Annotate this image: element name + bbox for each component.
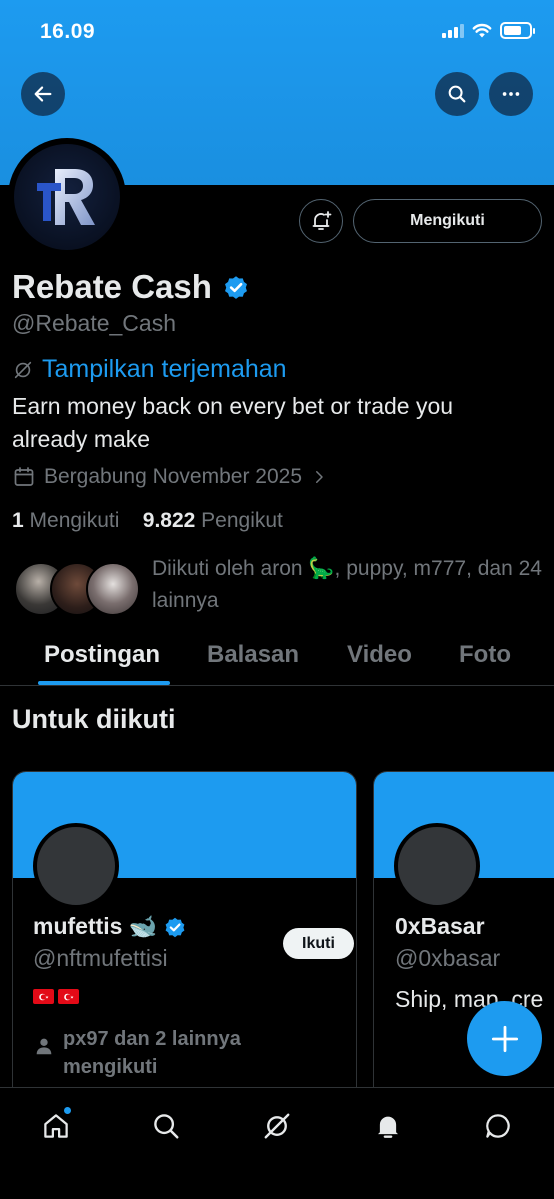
bell-plus-icon — [312, 211, 332, 230]
nav-notifications[interactable] — [368, 1106, 408, 1146]
unread-dot — [63, 1106, 72, 1115]
nav-home[interactable] — [36, 1106, 76, 1146]
following-button[interactable]: Mengikuti — [353, 199, 542, 243]
status-time: 16.09 — [40, 20, 96, 43]
card-name-row: 0xBasar — [395, 913, 485, 940]
person-icon — [36, 1038, 52, 1055]
notifications-icon — [378, 1116, 398, 1138]
card-avatar[interactable] — [33, 823, 119, 909]
joined-date: Bergabung November 2025 — [12, 465, 328, 489]
followed-by-text[interactable]: Diikuti oleh aron 🦕, puppy, m777, dan 24… — [152, 553, 547, 617]
back-button[interactable] — [21, 72, 65, 116]
more-button[interactable] — [489, 72, 533, 116]
tab-replies[interactable]: Balasan — [207, 641, 299, 669]
mutual-followers-text: px97 dan 2 lainnya mengikuti — [63, 1028, 241, 1078]
suggestion-card[interactable]: mufettis 🐋 @nftmufettisi Ikuti px97 dan … — [12, 771, 357, 1101]
card-handle: @nftmufettisi — [33, 945, 168, 971]
calendar-icon — [14, 467, 34, 486]
profile-tabs: Postingan Balasan Video Foto — [0, 628, 554, 686]
flag-emojis — [33, 989, 79, 1004]
profile-handle: @Rebate_Cash — [12, 310, 176, 336]
battery-icon — [500, 22, 535, 39]
profile-bio: Earn money back on every bet or trade yo… — [12, 393, 454, 452]
show-translation-link[interactable]: Tampilkan terjemahan — [12, 355, 287, 384]
following-count-link[interactable]: 1 Mengikuti — [12, 509, 119, 532]
messages-icon — [486, 1114, 510, 1138]
search-icon — [154, 1114, 179, 1139]
turkey-flag-icon — [33, 989, 54, 1004]
notify-button[interactable] — [299, 199, 343, 243]
card-name: 0xBasar — [395, 913, 485, 939]
verified-badge-icon — [224, 276, 247, 299]
nav-messages[interactable] — [478, 1106, 518, 1146]
tab-posts[interactable]: Postingan — [44, 641, 160, 669]
followers-count-link[interactable]: 9.822 Pengikut — [143, 509, 283, 532]
follow-counts: 1 Mengikuti 9.822 Pengikut — [12, 509, 283, 533]
card-name-row: mufettis 🐋 — [33, 913, 187, 940]
following-label: Mengikuti — [29, 509, 120, 532]
search-icon — [448, 85, 466, 103]
translation-label: Tampilkan terjemahan — [42, 355, 287, 383]
card-name: mufettis 🐋 — [33, 913, 158, 939]
bottom-navigation — [0, 1087, 554, 1199]
wifi-icon — [472, 23, 492, 37]
avatar — [86, 562, 140, 616]
search-button[interactable] — [435, 72, 479, 116]
followed-by-avatars[interactable] — [14, 562, 140, 616]
compose-button[interactable] — [467, 1001, 542, 1076]
chevron-right-icon[interactable] — [310, 468, 328, 486]
card-handle: @0xbasar — [395, 945, 501, 971]
arrow-left-icon — [34, 86, 52, 102]
follow-button[interactable]: Ikuti — [283, 928, 354, 959]
profile-name: Rebate Cash — [12, 268, 212, 305]
signal-icon — [442, 23, 464, 38]
more-icon — [502, 92, 520, 96]
following-count: 1 — [12, 509, 24, 532]
followers-label: Pengikut — [201, 509, 283, 532]
plus-icon — [491, 1025, 518, 1052]
home-icon — [44, 1114, 68, 1138]
nav-search[interactable] — [146, 1106, 186, 1146]
joined-text: Bergabung November 2025 — [44, 465, 303, 488]
turkey-flag-icon — [58, 989, 79, 1004]
grok-icon — [14, 361, 32, 378]
followers-count: 9.822 — [142, 509, 196, 532]
card-avatar[interactable] — [394, 823, 480, 909]
tab-video[interactable]: Video — [347, 641, 412, 669]
profile-name-row: Rebate Cash — [12, 268, 250, 306]
nav-grok[interactable] — [257, 1106, 297, 1146]
who-to-follow-title: Untuk diikuti — [12, 704, 176, 734]
status-icons — [442, 22, 535, 39]
active-tab-indicator — [38, 681, 170, 685]
tab-photos[interactable]: Foto — [459, 641, 511, 669]
mutual-followers: px97 dan 2 lainnya mengikuti — [33, 1025, 283, 1081]
profile-avatar[interactable] — [8, 138, 126, 256]
verified-badge-icon — [166, 917, 185, 937]
rebate-cash-logo — [14, 144, 120, 250]
grok-icon — [264, 1113, 290, 1139]
